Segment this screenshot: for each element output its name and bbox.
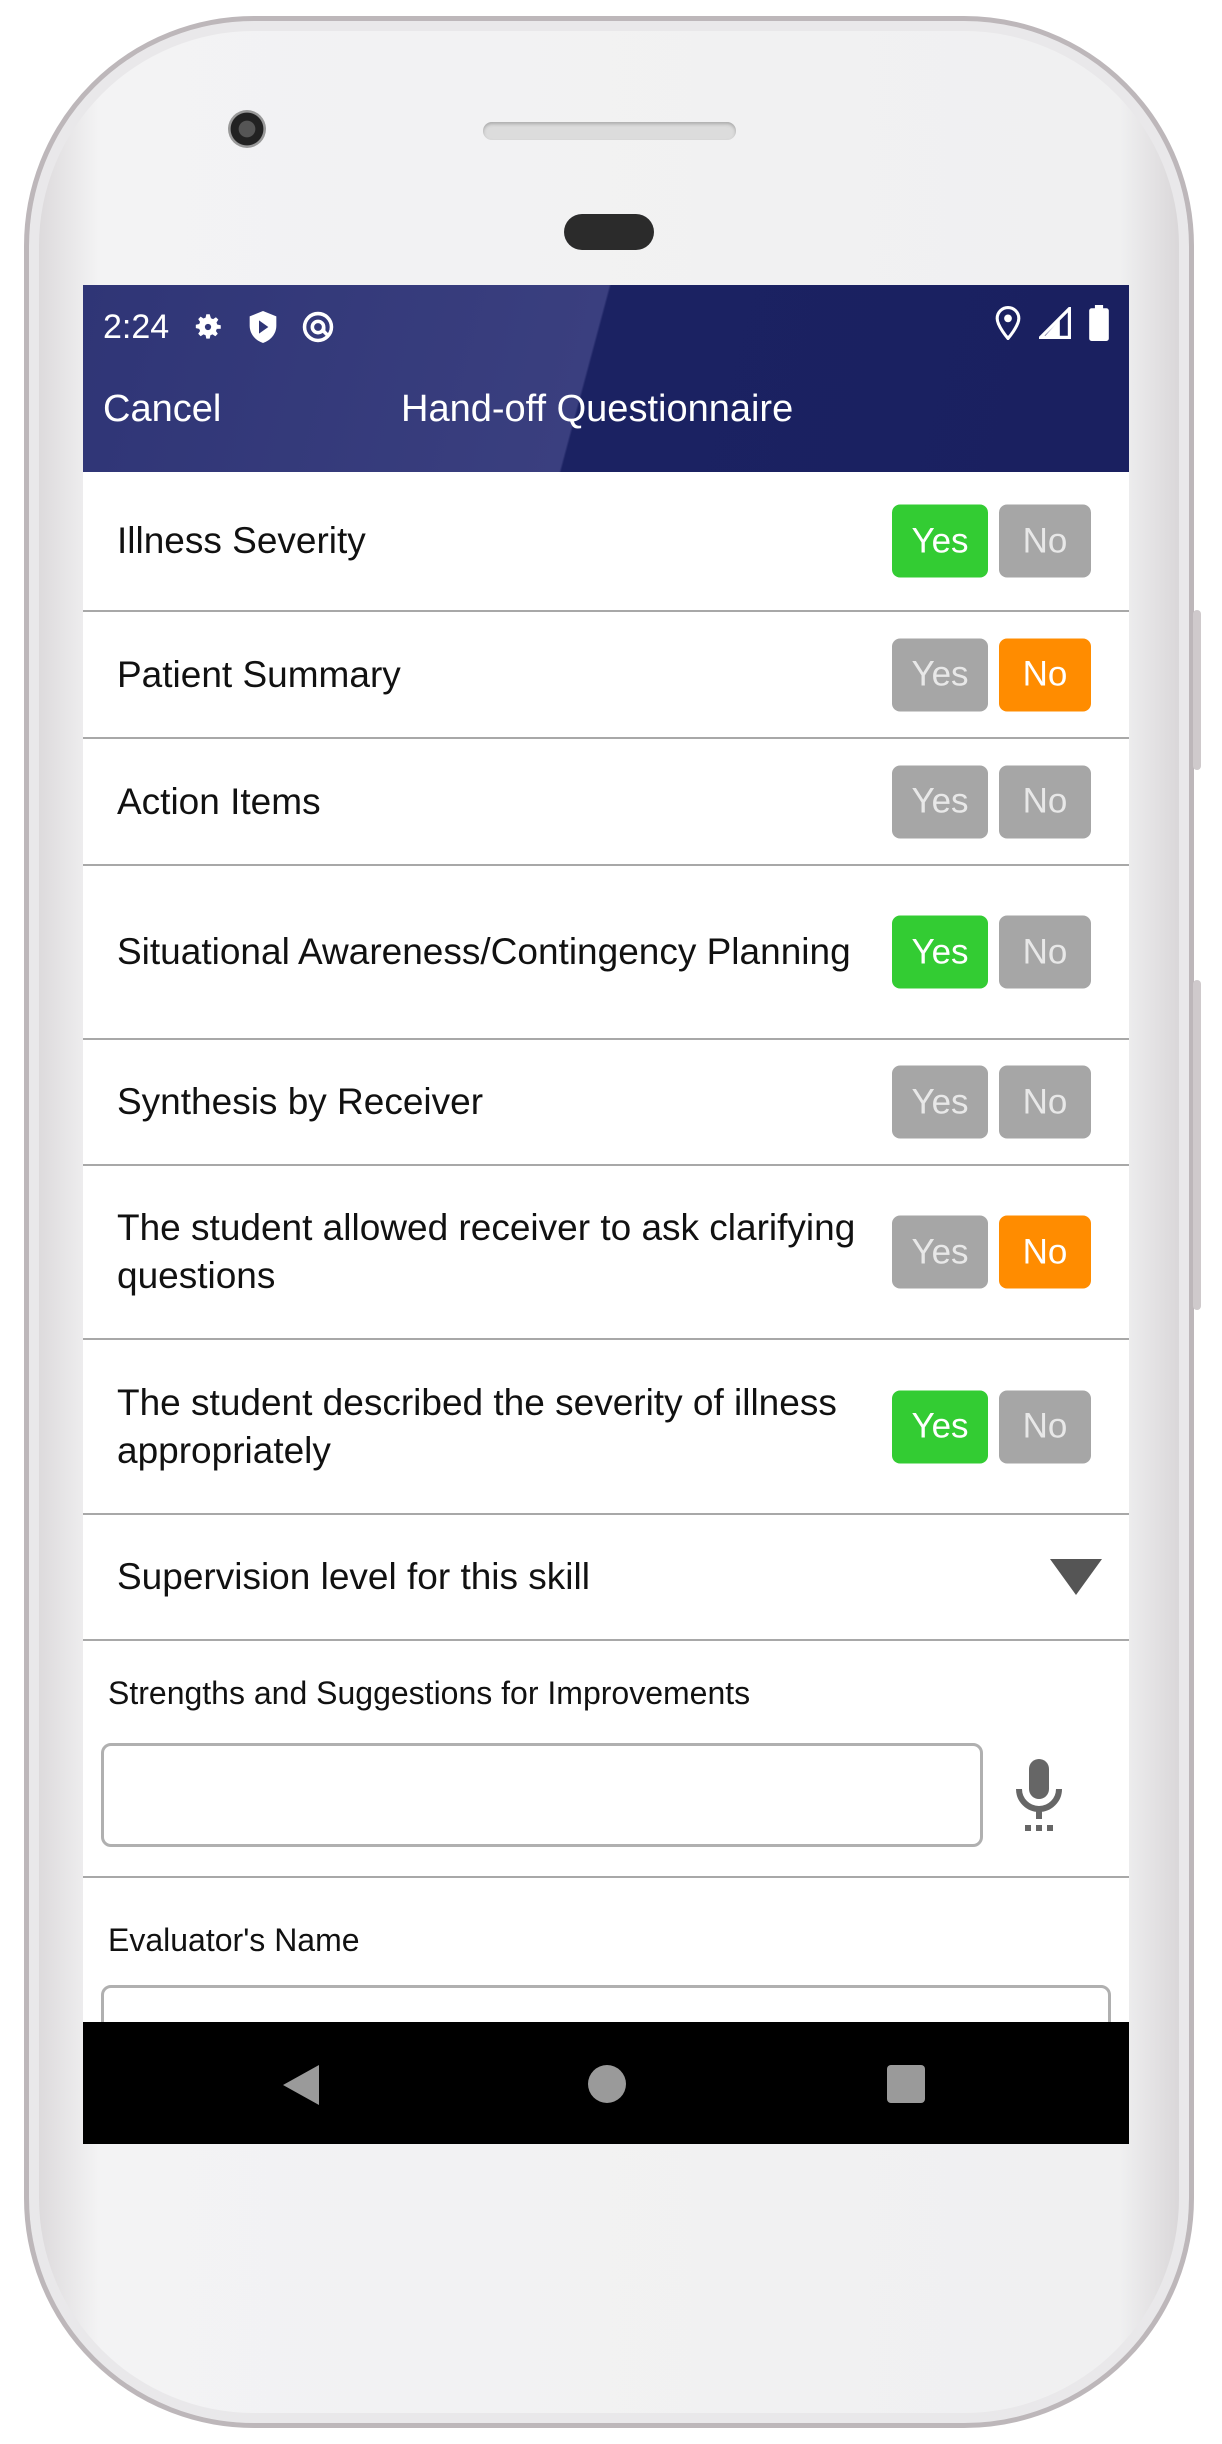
signal-icon xyxy=(1036,304,1071,348)
no-button[interactable]: No xyxy=(999,1215,1091,1289)
no-button[interactable]: No xyxy=(999,1390,1091,1463)
app-bar: 2:24 Cancel Hand-off Questionnaire xyxy=(83,285,1129,472)
recents-icon[interactable] xyxy=(887,2065,925,2103)
front-camera xyxy=(228,110,266,148)
question-label: Situational Awareness/Contingency Planni… xyxy=(117,931,851,972)
question-label: Patient Summary xyxy=(117,653,401,695)
evaluator-label: Evaluator's Name xyxy=(108,1922,360,1958)
page-title: Hand-off Questionnaire xyxy=(401,388,794,430)
cancel-button[interactable]: Cancel xyxy=(103,388,221,431)
yes-button[interactable]: Yes xyxy=(892,1065,988,1139)
status-bar: 2:24 xyxy=(103,297,1109,357)
navigation-bar xyxy=(83,2022,1129,2144)
question-label: The student described the severity of il… xyxy=(117,1381,837,1471)
yes-button[interactable]: Yes xyxy=(892,638,988,711)
battery-icon xyxy=(1089,304,1109,350)
yes-button[interactable]: Yes xyxy=(892,1215,988,1289)
no-button[interactable]: No xyxy=(999,504,1091,578)
screen: 2:24 Cancel Hand-off Questionnaire Illne… xyxy=(83,285,1129,2144)
yes-button[interactable]: Yes xyxy=(892,504,988,578)
question-row: Illness Severity Yes No xyxy=(83,472,1129,612)
question-row: The student allowed receiver to ask clar… xyxy=(83,1166,1129,1340)
supervision-label: Supervision level for this skill xyxy=(117,1556,590,1597)
speaker-grille xyxy=(483,122,736,140)
at-sign-icon xyxy=(301,310,335,344)
volume-button xyxy=(1193,980,1201,1310)
strengths-label: Strengths and Suggestions for Improvemen… xyxy=(108,1675,751,1711)
no-button[interactable]: No xyxy=(999,1065,1091,1139)
question-row: Synthesis by Receiver Yes No xyxy=(83,1040,1129,1166)
question-row: Patient Summary Yes No xyxy=(83,612,1129,739)
evaluator-section: Evaluator's Name xyxy=(83,1878,1129,2065)
no-button[interactable]: No xyxy=(999,765,1091,838)
yes-button[interactable]: Yes xyxy=(892,765,988,838)
question-row: Action Items Yes No xyxy=(83,739,1129,866)
sensor xyxy=(564,214,654,250)
question-row: Situational Awareness/Contingency Planni… xyxy=(83,866,1129,1040)
home-icon[interactable] xyxy=(588,2065,626,2103)
dropdown-arrow-icon[interactable] xyxy=(1050,1559,1102,1595)
strengths-section: Strengths and Suggestions for Improvemen… xyxy=(83,1641,1129,1878)
question-label: Synthesis by Receiver xyxy=(117,1081,484,1122)
shield-play-icon xyxy=(247,309,279,345)
yes-button[interactable]: Yes xyxy=(892,1390,988,1463)
microphone-icon[interactable] xyxy=(1011,1757,1067,1838)
yes-button[interactable]: Yes xyxy=(892,915,988,989)
back-icon[interactable] xyxy=(283,2065,319,2105)
power-button xyxy=(1193,610,1201,770)
no-button[interactable]: No xyxy=(999,915,1091,989)
gear-icon xyxy=(191,310,225,344)
supervision-dropdown[interactable]: Supervision level for this skill xyxy=(83,1515,1129,1641)
question-label: Action Items xyxy=(117,780,321,822)
strengths-input[interactable] xyxy=(101,1743,983,1847)
question-label: The student allowed receiver to ask clar… xyxy=(117,1207,856,1296)
question-label: Illness Severity xyxy=(117,520,366,561)
question-row: The student described the severity of il… xyxy=(83,1340,1129,1515)
no-button[interactable]: No xyxy=(999,638,1091,711)
location-icon xyxy=(995,305,1021,349)
status-time: 2:24 xyxy=(103,307,170,346)
